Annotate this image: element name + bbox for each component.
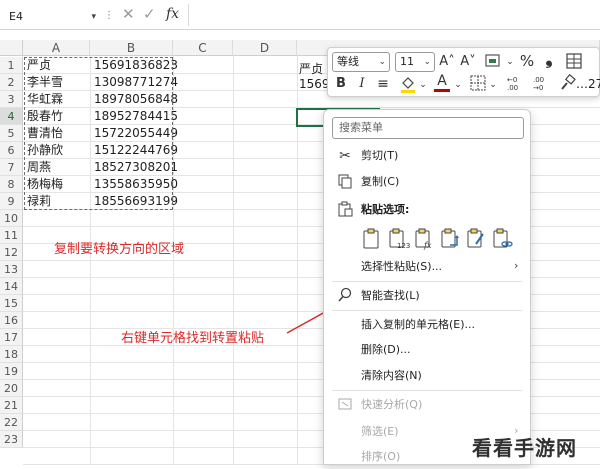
- chevron-down-icon[interactable]: ⌄: [489, 76, 497, 94]
- menu-item-delete[interactable]: 删除(D)...: [324, 338, 530, 362]
- format-painter-icon[interactable]: [558, 73, 578, 97]
- font-color-icon[interactable]: A: [434, 73, 450, 92]
- menu-item-clear-label: 清除内容(N): [361, 369, 422, 382]
- menu-item-paste-special-label: 选择性粘贴(S)...: [361, 260, 443, 273]
- decrease-decimal-icon[interactable]: .00 →0: [530, 74, 552, 97]
- increase-decimal-icon[interactable]: ←0.00: [504, 74, 526, 97]
- cell-value-partial: …278: [576, 77, 600, 91]
- menu-item-copy-label: 复制(C): [361, 175, 400, 188]
- menu-item-filter-label: 筛选(E): [361, 425, 399, 438]
- font-size-value: 11: [400, 55, 414, 68]
- menu-item-cut[interactable]: ✂ 剪切(T): [324, 144, 530, 168]
- font-size-box[interactable]: 11 ⌄: [395, 52, 435, 72]
- quick-analysis-icon: [336, 396, 354, 414]
- menu-item-sort-label: 排序(O): [361, 450, 401, 463]
- search-icon: [336, 287, 354, 305]
- svg-text:123: 123: [397, 242, 410, 250]
- menu-item-smart-lookup[interactable]: 智能查找(L): [324, 284, 530, 308]
- menu-search-input[interactable]: 搜索菜单: [332, 117, 524, 139]
- copy-icon: [336, 173, 354, 191]
- grow-font-icon[interactable]: A˄: [439, 53, 455, 71]
- chevron-down-icon[interactable]: ⌄: [419, 76, 427, 94]
- number-format-icon[interactable]: [483, 52, 503, 75]
- align-center-icon[interactable]: ≡: [375, 75, 391, 93]
- menu-item-clear[interactable]: 清除内容(N): [324, 364, 530, 388]
- menu-item-insert-copied-label: 插入复制的单元格(E)...: [361, 318, 476, 331]
- watermark: 看看手游网: [472, 436, 577, 460]
- borders-icon[interactable]: [469, 75, 487, 96]
- context-menu: 搜索菜单 ✂ 剪切(T) 复制(C) 粘贴选项: 123 fx 选择性粘贴(S)…: [323, 109, 531, 465]
- menu-item-insert-copied[interactable]: 插入复制的单元格(E)...: [324, 313, 530, 337]
- paste-icon[interactable]: [362, 228, 382, 250]
- chevron-down-icon[interactable]: ⌄: [454, 76, 462, 94]
- menu-item-copy[interactable]: 复制(C): [324, 170, 530, 194]
- menu-paste-options-header: 粘贴选项:: [324, 198, 530, 222]
- table-format-icon[interactable]: [564, 52, 584, 75]
- menu-item-cut-label: 剪切(T): [361, 149, 399, 162]
- font-name-box[interactable]: 等线 ⌄: [332, 52, 390, 72]
- paste-transpose-icon[interactable]: [440, 228, 460, 250]
- chevron-down-icon[interactable]: ⌄: [506, 53, 514, 71]
- paste-formatting-icon[interactable]: [466, 228, 486, 250]
- percent-icon[interactable]: %: [517, 52, 537, 70]
- svg-text:.00: .00: [507, 84, 518, 92]
- font-name-value: 等线: [337, 55, 359, 68]
- bold-icon[interactable]: B: [334, 75, 348, 93]
- menu-item-smart-lookup-label: 智能查找(L): [361, 289, 420, 302]
- paste-link-icon[interactable]: [492, 228, 513, 250]
- chevron-down-icon: ⌄: [378, 57, 386, 67]
- clipboard-icon: [336, 201, 354, 219]
- paste-formulas-icon[interactable]: fx: [414, 228, 434, 250]
- svg-text:←0: ←0: [507, 76, 517, 84]
- menu-separator: [332, 281, 522, 282]
- menu-item-paste-special[interactable]: 选择性粘贴(S)... ›: [324, 255, 530, 279]
- paste-values-icon[interactable]: 123: [388, 228, 410, 250]
- menu-separator: [332, 390, 522, 391]
- chevron-down-icon: ⌄: [423, 57, 431, 67]
- shrink-font-icon[interactable]: A˅: [460, 53, 476, 71]
- chevron-right-icon: ›: [514, 259, 519, 272]
- menu-separator: [332, 310, 522, 311]
- italic-icon[interactable]: I: [355, 75, 369, 93]
- svg-text:fx: fx: [423, 241, 432, 250]
- fill-color-icon[interactable]: [398, 74, 418, 99]
- comma-style-icon[interactable]: ❟: [542, 50, 556, 68]
- menu-item-quick-analysis-label: 快速分析(Q): [361, 398, 423, 411]
- menu-item-quick-analysis[interactable]: 快速分析(Q): [324, 393, 530, 417]
- menu-item-delete-label: 删除(D)...: [361, 343, 411, 356]
- paste-options-label: 粘贴选项:: [361, 203, 410, 216]
- svg-text:→0: →0: [533, 84, 543, 92]
- mini-toolbar: 等线 ⌄ 11 ⌄ A˄ A˅ ⌄ % ❟ B I ≡ ⌄ A ⌄ ⌄ ←0.0…: [327, 47, 600, 97]
- scissors-icon: ✂: [339, 148, 351, 164]
- svg-text:.00: .00: [533, 76, 544, 84]
